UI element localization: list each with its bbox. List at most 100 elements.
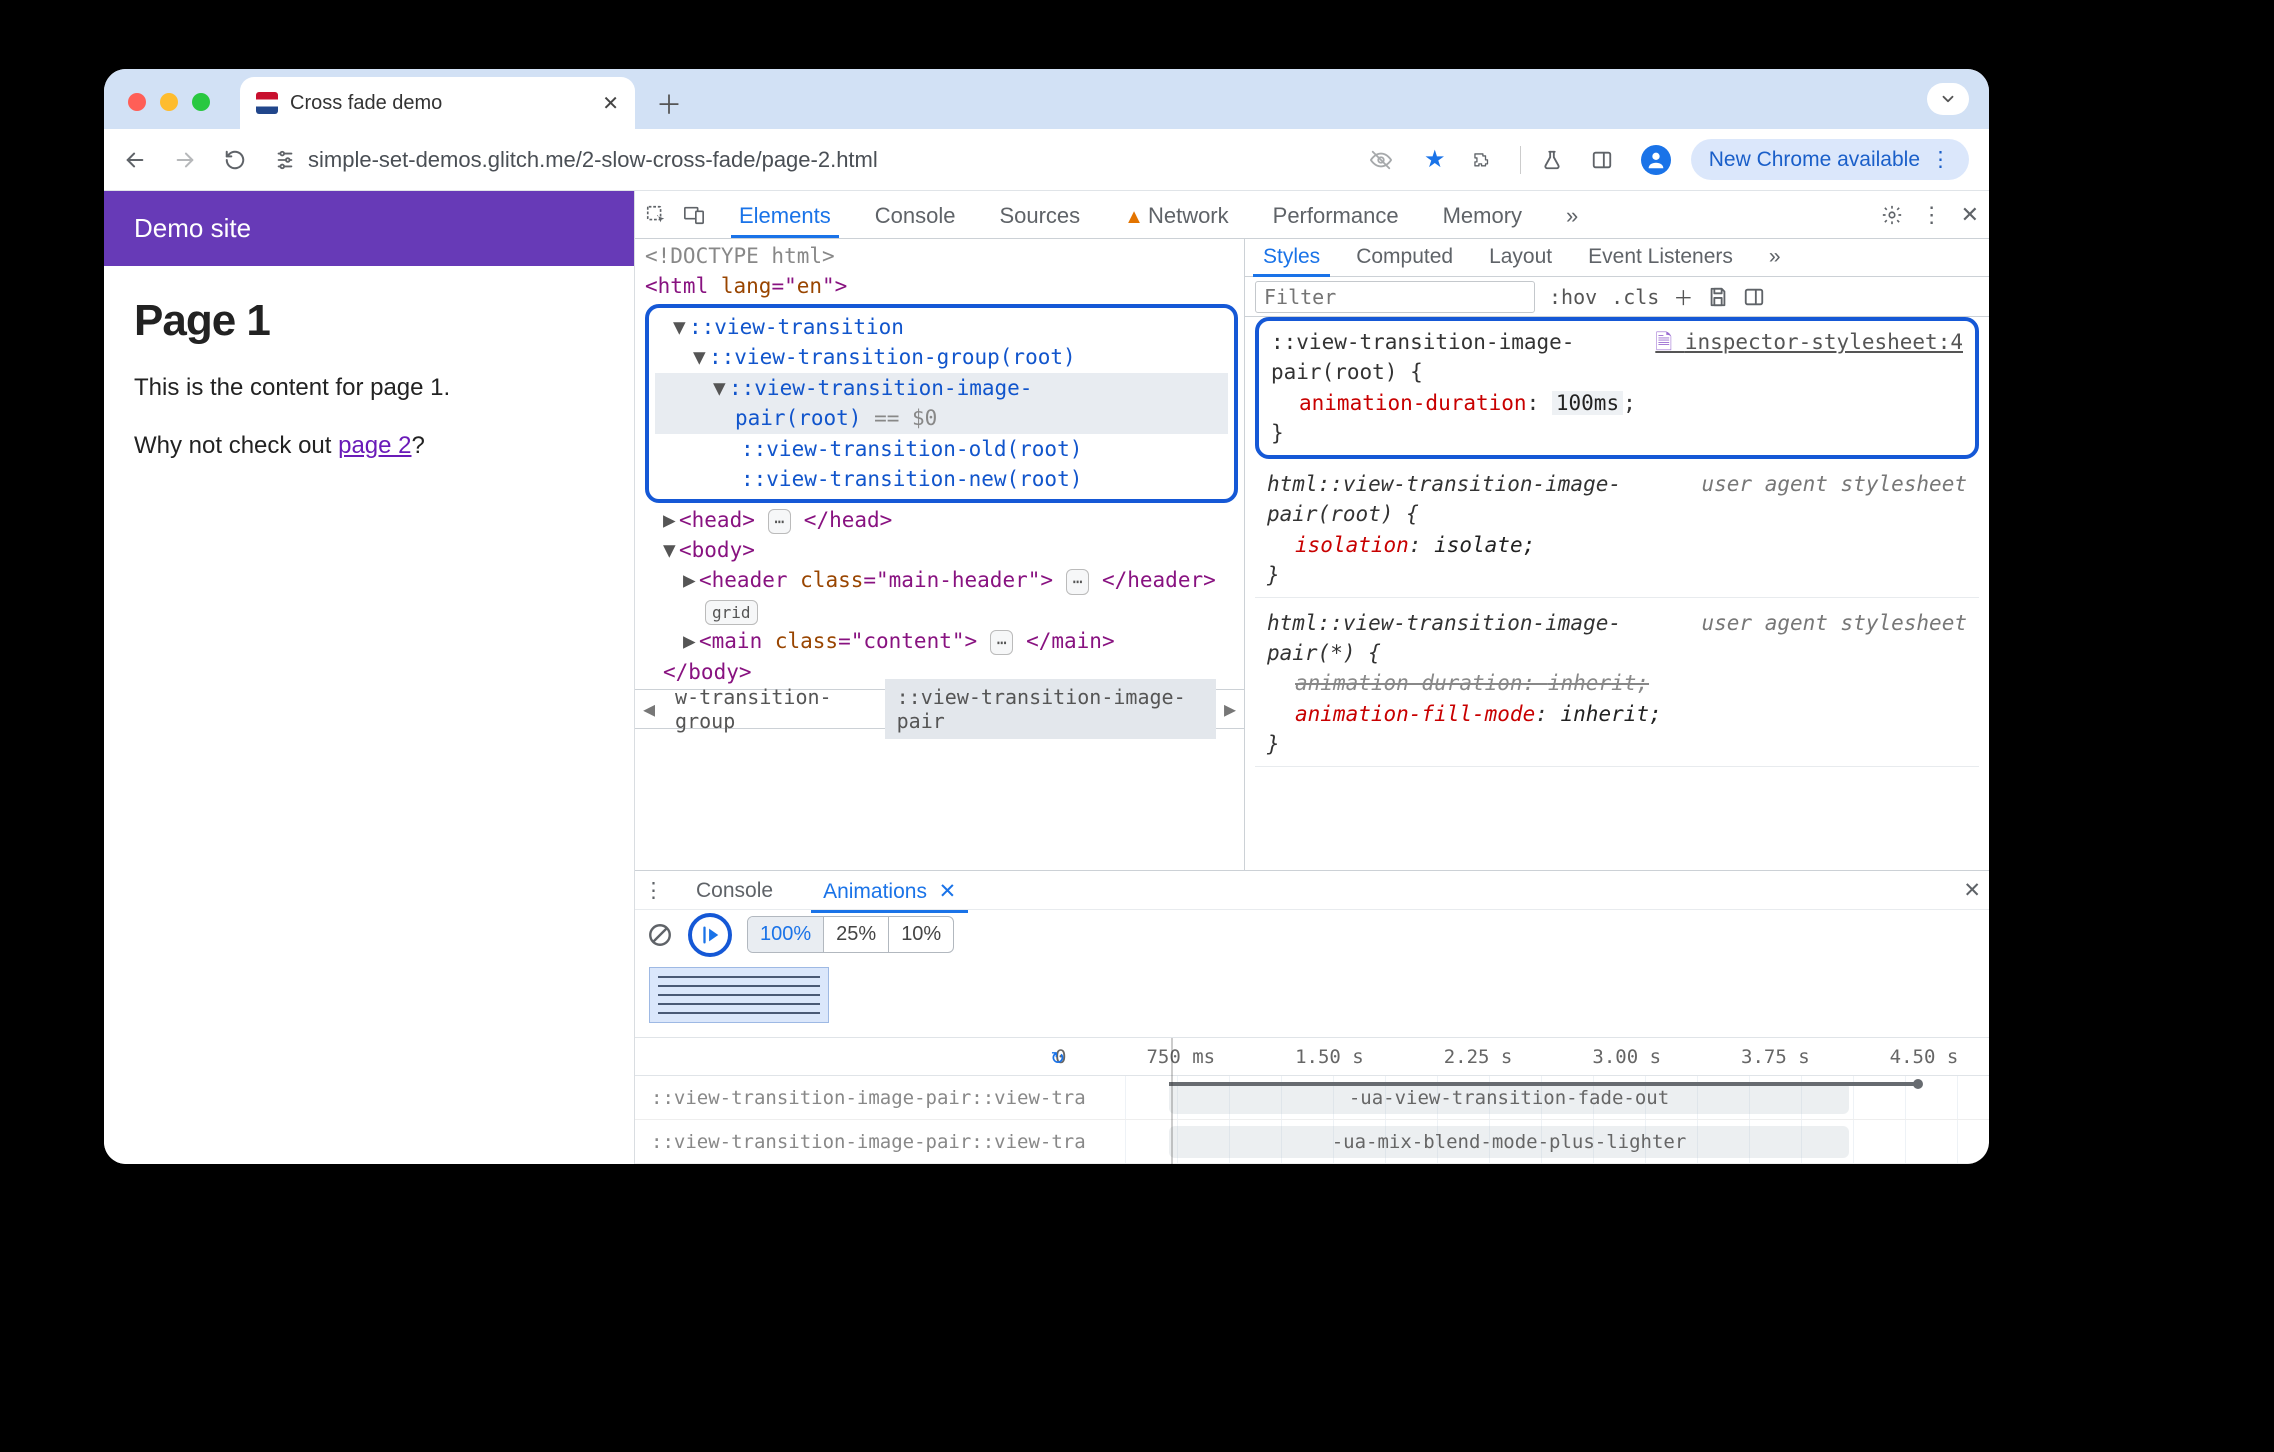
kebab-icon[interactable]: ⋮ (643, 878, 664, 903)
speed-10[interactable]: 10% (889, 917, 953, 952)
css-rule[interactable]: user agent stylesheet html::view-transit… (1255, 602, 1979, 767)
tab-computed[interactable]: Computed (1338, 239, 1471, 276)
tab-layout[interactable]: Layout (1471, 239, 1570, 276)
dom-node[interactable]: ▶<main class="content"> ⋯ </main> (645, 626, 1238, 656)
flask-icon[interactable] (1541, 149, 1571, 171)
dom-tree[interactable]: <!DOCTYPE html> <html lang="en"> ▼::view… (635, 239, 1244, 689)
site-settings-icon[interactable] (274, 149, 296, 171)
tab-console[interactable]: Console (857, 193, 974, 237)
speed-selector: 100% 25% 10% (747, 916, 954, 953)
crumb-item[interactable]: w-transition-group (663, 679, 885, 739)
view-transition-highlight: ▼::view-transition ▼::view-transition-gr… (645, 304, 1238, 503)
tab-event-listeners[interactable]: Event Listeners (1570, 239, 1751, 276)
fullscreen-window-icon[interactable] (192, 93, 210, 111)
reload-button[interactable] (224, 149, 254, 171)
save-icon[interactable] (1707, 286, 1729, 308)
page-link[interactable]: page 2 (338, 432, 411, 459)
dom-node[interactable]: <!DOCTYPE html> (645, 241, 1238, 271)
filter-input[interactable] (1255, 281, 1535, 313)
update-label: New Chrome available (1709, 148, 1920, 172)
close-tab-icon[interactable]: ✕ (939, 880, 957, 903)
hov-toggle[interactable]: :hov (1549, 285, 1597, 309)
dom-node-selected[interactable]: pair(root) == $0 (655, 403, 1228, 433)
speed-25[interactable]: 25% (824, 917, 889, 952)
crumb-left-icon[interactable]: ◀ (635, 697, 663, 721)
update-chrome-button[interactable]: New Chrome available ⋮ (1691, 139, 1969, 180)
url-bar: simple-set-demos.glitch.me/2-slow-cross-… (104, 129, 1989, 191)
more-tabs-icon[interactable]: » (1548, 193, 1596, 237)
panel-icon[interactable] (1591, 149, 1621, 171)
new-rule-icon[interactable]: ＋ (1673, 282, 1693, 311)
dom-node[interactable]: ▶<head> ⋯ </head> (645, 505, 1238, 535)
dom-node-selected[interactable]: ▼::view-transition-image- ⋯ (655, 373, 1228, 403)
dom-node[interactable]: ::view-transition-new(root) (655, 464, 1228, 494)
address-bar[interactable]: simple-set-demos.glitch.me/2-slow-cross-… (274, 147, 878, 173)
drawer-tab-animations[interactable]: Animations ✕ (805, 869, 974, 912)
panel-toggle-icon[interactable] (1743, 286, 1765, 308)
url-text: simple-set-demos.glitch.me/2-slow-cross-… (308, 147, 878, 173)
animation-track[interactable]: ::view-transition-image-pair::view-tra -… (635, 1076, 1989, 1120)
device-toggle-icon[interactable] (683, 204, 713, 226)
styles-pane: Styles Computed Layout Event Listeners »… (1245, 239, 1989, 870)
eye-off-icon[interactable] (1370, 149, 1400, 171)
dom-node[interactable]: ▼<body> (645, 535, 1238, 565)
css-source-link[interactable]: 🗎 inspector-stylesheet:4 (1655, 327, 1963, 357)
forward-button[interactable] (174, 149, 204, 171)
tab-sources[interactable]: Sources (981, 193, 1098, 237)
inspect-element-icon[interactable] (645, 204, 675, 226)
drawer-tab-console[interactable]: Console (678, 869, 791, 911)
rendered-page: Demo site Page 1 This is the content for… (104, 191, 634, 1164)
tab-memory[interactable]: Memory (1425, 193, 1540, 237)
animation-track[interactable]: ::view-transition-image-pair::view-tra -… (635, 1120, 1989, 1164)
back-button[interactable] (124, 149, 154, 171)
close-tab-icon[interactable]: ✕ (602, 91, 619, 116)
css-rule[interactable]: user agent stylesheet html::view-transit… (1255, 463, 1979, 598)
speed-100[interactable]: 100% (748, 917, 824, 952)
more-tabs-icon[interactable]: » (1751, 239, 1799, 276)
animation-group-thumbnail[interactable] (649, 967, 829, 1023)
css-source: user agent stylesheet (1701, 608, 1967, 638)
crumb-right-icon[interactable]: ▶ (1216, 697, 1244, 721)
animation-timeline[interactable]: ↻ 0 750 ms 1.50 s 2.25 s 3.00 s 3.75 s 4… (635, 1037, 1989, 1164)
animation-bar[interactable]: -ua-view-transition-fade-out (1169, 1082, 1849, 1114)
cls-toggle[interactable]: .cls (1611, 285, 1659, 309)
clear-icon[interactable] (647, 922, 673, 948)
devtools-panel: Elements Console Sources ▲Network Perfor… (634, 191, 1989, 1164)
animation-bar[interactable]: -ua-mix-blend-mode-plus-lighter (1169, 1126, 1849, 1158)
replay-icon[interactable]: ↻ (1051, 1044, 1064, 1069)
close-drawer-icon[interactable]: ✕ (1963, 878, 1981, 903)
extensions-icon[interactable] (1470, 149, 1500, 171)
dom-node[interactable]: ▼::view-transition-group(root) (655, 342, 1228, 372)
css-value-editable[interactable]: 100ms (1552, 391, 1623, 415)
tab-overflow-button[interactable] (1927, 83, 1969, 115)
grid-badge[interactable]: grid (705, 600, 758, 625)
new-tab-button[interactable]: ＋ (649, 83, 689, 123)
dom-node[interactable]: ▶<header class="main-header"> ⋯ </header… (645, 565, 1238, 595)
browser-tab[interactable]: Cross fade demo ✕ (240, 77, 635, 129)
breadcrumb[interactable]: ◀ w-transition-group ::view-transition-i… (635, 689, 1244, 729)
dom-tree-pane: <!DOCTYPE html> <html lang="en"> ▼::view… (635, 239, 1245, 870)
devtools-body: <!DOCTYPE html> <html lang="en"> ▼::view… (635, 239, 1989, 870)
css-rule-highlighted[interactable]: 🗎 inspector-stylesheet:4 ::view-transiti… (1255, 317, 1979, 459)
page-paragraph: This is the content for page 1. (134, 370, 604, 406)
dom-node[interactable]: <html lang="en"> (645, 271, 1238, 301)
settings-icon[interactable] (1881, 204, 1903, 226)
tab-elements[interactable]: Elements (721, 193, 849, 237)
tab-styles[interactable]: Styles (1245, 239, 1338, 276)
dom-node[interactable]: ::view-transition-old(root) (655, 434, 1228, 464)
tab-performance[interactable]: Performance (1255, 193, 1417, 237)
close-devtools-icon[interactable]: ✕ (1961, 202, 1979, 228)
animation-toolbar: 100% 25% 10% (635, 909, 1989, 959)
minimize-window-icon[interactable] (160, 93, 178, 111)
kebab-icon[interactable]: ⋮ (1921, 202, 1943, 228)
dom-node[interactable]: ▼::view-transition (655, 312, 1228, 342)
crumb-item-selected[interactable]: ::view-transition-image-pair (885, 679, 1216, 739)
play-pause-button[interactable] (688, 913, 732, 957)
close-window-icon[interactable] (128, 93, 146, 111)
bookmark-star-icon[interactable]: ★ (1420, 145, 1450, 174)
favicon-icon (256, 92, 278, 114)
tab-network[interactable]: ▲Network (1106, 193, 1246, 237)
profile-avatar[interactable] (1641, 145, 1671, 175)
site-header: Demo site (104, 191, 634, 266)
timeline-ticks: 0 750 ms 1.50 s 2.25 s 3.00 s 3.75 s 4.5… (635, 1038, 1989, 1076)
